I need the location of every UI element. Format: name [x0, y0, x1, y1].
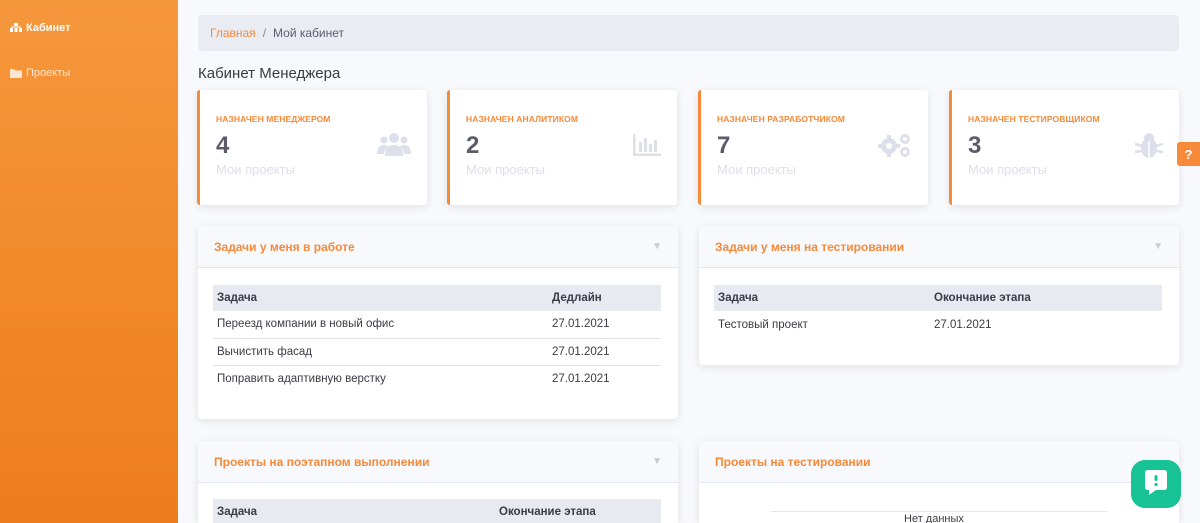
- bug-icon: [1134, 132, 1164, 163]
- panel-title: Задачи у меня на тестировании: [715, 239, 905, 254]
- panel-title: Задачи у меня в работе: [214, 239, 355, 254]
- panel-header[interactable]: Проекты на тестировании: [699, 441, 1179, 483]
- stages-table: Задача Окончание этапа: [213, 499, 661, 523]
- sitemap-icon: [10, 23, 22, 33]
- column-header-deadline[interactable]: Дедлайн: [548, 285, 661, 311]
- stat-value: 7: [717, 132, 731, 159]
- stat-value: 2: [466, 132, 480, 159]
- task-name: Поправить адаптивную верстку: [217, 372, 386, 385]
- task-stage-end: 27.01.2021: [934, 318, 992, 331]
- cogs-icon: [878, 132, 912, 163]
- task-name: Тестовый проект: [718, 318, 808, 331]
- table-row[interactable]: Тестовый проект 27.01.2021: [714, 311, 1162, 338]
- sidebar: Кабинет Проекты: [0, 0, 178, 523]
- breadcrumb-separator: /: [262, 26, 267, 40]
- sidebar-item-projects[interactable]: Проекты: [10, 67, 70, 79]
- task-deadline: 27.01.2021: [552, 372, 610, 385]
- table-row[interactable]: Поправить адаптивную верстку 27.01.2021: [213, 365, 661, 392]
- table-row[interactable]: Переезд компании в новый офис 27.01.2021: [213, 311, 661, 339]
- panel-header[interactable]: Задачи у меня в работе ▼: [198, 226, 678, 268]
- help-icon: ?: [1184, 146, 1193, 162]
- divider: [771, 511, 1107, 512]
- panel-staged-projects: Проекты на поэтапном выполнении ▼ Задача…: [198, 441, 678, 523]
- panel-tasks-in-work: Задачи у меня в работе ▼ Задача Дедлайн …: [198, 226, 678, 419]
- stat-sub: Мои проекты: [216, 162, 295, 177]
- panel-tasks-testing: Задачи у меня на тестировании ▼ Задача О…: [699, 226, 1179, 365]
- task-name: Вычистить фасад: [213, 338, 548, 366]
- chat-icon: [1143, 468, 1169, 501]
- breadcrumb-current: Мой кабинет: [273, 26, 345, 40]
- stat-label: НАЗНАЧЕН МЕНЕДЖЕРОМ: [216, 114, 331, 124]
- panel-title: Проекты на поэтапном выполнении: [214, 454, 430, 469]
- task-deadline: 27.01.2021: [548, 311, 661, 339]
- chevron-down-icon[interactable]: ▼: [652, 241, 662, 252]
- chevron-down-icon[interactable]: ▼: [652, 456, 662, 467]
- chevron-down-icon[interactable]: ▼: [1153, 241, 1163, 252]
- panel-header[interactable]: Задачи у меня на тестировании ▼: [699, 226, 1179, 268]
- column-header-task[interactable]: Задача: [714, 285, 930, 311]
- sidebar-item-cabinet[interactable]: Кабинет: [10, 22, 71, 34]
- users-icon: [377, 132, 411, 161]
- task-name: Переезд компании в новый офис: [213, 311, 548, 339]
- stat-card-tester[interactable]: НАЗНАЧЕН ТЕСТИРОВЩИКОМ 3 Мои проекты: [949, 90, 1179, 205]
- breadcrumb-home-link[interactable]: Главная: [210, 26, 256, 40]
- panel-header[interactable]: Проекты на поэтапном выполнении ▼: [198, 441, 678, 483]
- stat-value: 3: [968, 132, 982, 159]
- stat-sub: Мои проекты: [968, 162, 1047, 177]
- stat-label: НАЗНАЧЕН АНАЛИТИКОМ: [466, 114, 579, 124]
- stat-sub: Мои проекты: [466, 162, 545, 177]
- stat-sub: Мои проекты: [717, 162, 796, 177]
- sidebar-item-label: Проекты: [26, 67, 71, 79]
- chat-widget-button[interactable]: [1131, 460, 1181, 508]
- breadcrumb: Главная / Мой кабинет: [198, 15, 1179, 51]
- empty-state-text: Нет данных: [904, 513, 964, 523]
- tasks-table: Задача Дедлайн Переезд компании в новый …: [213, 285, 661, 392]
- stat-card-manager[interactable]: НАЗНАЧЕН МЕНЕДЖЕРОМ 4 Мои проекты: [197, 90, 427, 205]
- folder-icon: [10, 68, 22, 78]
- stat-card-developer[interactable]: НАЗНАЧЕН РАЗРАБОТЧИКОМ 7 Мои проекты: [698, 90, 928, 205]
- panel-projects-testing: Проекты на тестировании: [699, 441, 1179, 523]
- testing-table: Задача Окончание этапа Тестовый проект 2…: [714, 285, 1162, 338]
- panel-title: Проекты на тестировании: [715, 454, 871, 469]
- column-header-stage-end[interactable]: Окончание этапа: [930, 285, 1162, 311]
- table-row[interactable]: Вычистить фасад 27.01.2021: [213, 338, 661, 366]
- column-header-stage-end[interactable]: Окончание этапа: [495, 499, 661, 523]
- help-button[interactable]: ?: [1177, 142, 1200, 166]
- task-deadline: 27.01.2021: [548, 338, 661, 366]
- column-header-task[interactable]: Задача: [213, 285, 548, 311]
- stat-label: НАЗНАЧЕН ТЕСТИРОВЩИКОМ: [968, 114, 1100, 124]
- sidebar-item-label: Кабинет: [26, 22, 71, 34]
- stat-card-analyst[interactable]: НАЗНАЧЕН АНАЛИТИКОМ 2 Мои проекты: [447, 90, 677, 205]
- column-header-task[interactable]: Задача: [213, 499, 495, 523]
- chart-icon: [633, 132, 661, 161]
- page-title: Кабинет Менеджера: [198, 65, 341, 82]
- stat-value: 4: [216, 132, 230, 159]
- stat-label: НАЗНАЧЕН РАЗРАБОТЧИКОМ: [717, 114, 845, 124]
